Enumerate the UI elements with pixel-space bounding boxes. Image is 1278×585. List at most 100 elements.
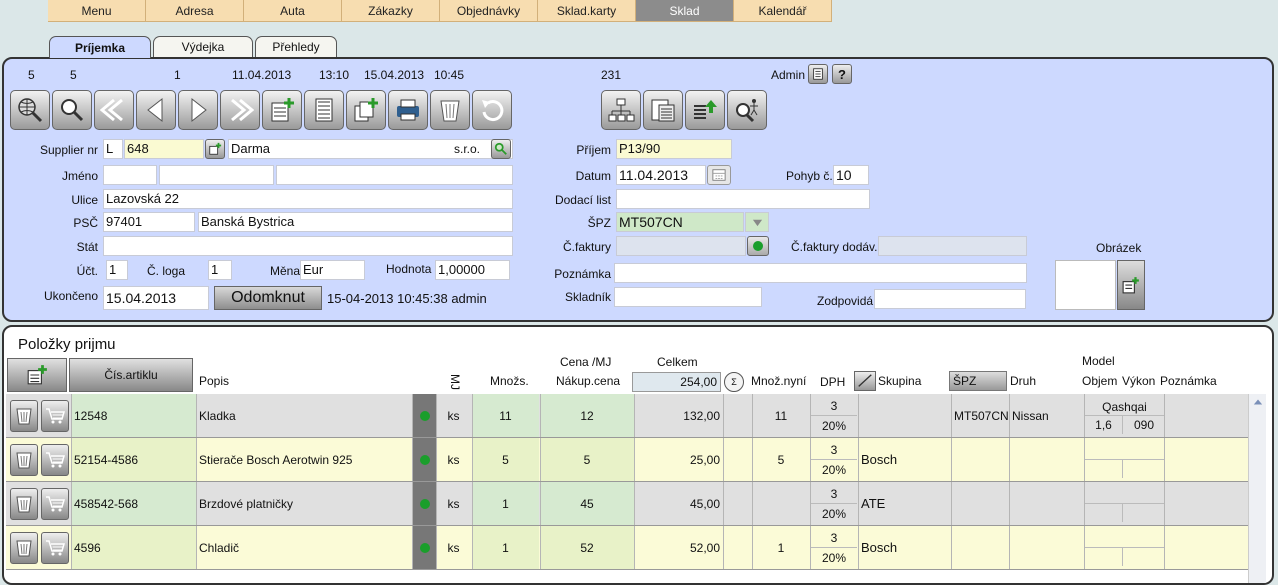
cell-popis[interactable]: Chladič bbox=[196, 526, 412, 569]
cell-model[interactable]: Qashqai bbox=[1085, 398, 1164, 416]
cell-model[interactable] bbox=[1085, 442, 1164, 460]
cell-dph-code[interactable]: 3 bbox=[811, 396, 857, 416]
first-record-button[interactable] bbox=[94, 90, 134, 130]
jmeno-field-3[interactable] bbox=[276, 165, 513, 185]
cell-mnozs[interactable]: 11 bbox=[472, 394, 539, 437]
cell-spz[interactable] bbox=[951, 526, 1009, 569]
cell-spz[interactable] bbox=[951, 482, 1009, 525]
cell-dph-code[interactable]: 3 bbox=[811, 484, 857, 504]
cell-model[interactable] bbox=[1085, 530, 1164, 548]
psc-field[interactable]: 97401 bbox=[103, 212, 195, 232]
hodnota-field[interactable]: 1,00000 bbox=[435, 260, 510, 280]
cell-objem[interactable] bbox=[1085, 504, 1123, 522]
supplier-type-field[interactable]: L bbox=[103, 139, 123, 159]
row-status-button[interactable] bbox=[413, 438, 436, 481]
sort-spz-header[interactable]: ŠPZ bbox=[949, 371, 1007, 391]
spz-field[interactable]: MT507CN bbox=[616, 212, 744, 232]
skladnik-field[interactable] bbox=[614, 287, 762, 307]
undo-button[interactable] bbox=[472, 90, 512, 130]
spz-dropdown-button[interactable] bbox=[745, 212, 769, 232]
cfaktury-dod-field[interactable] bbox=[878, 236, 1027, 256]
datum-field[interactable]: 11.04.2013 bbox=[616, 165, 706, 185]
cfaktury-status-button[interactable] bbox=[747, 236, 769, 256]
menu-item-zakazky[interactable]: Zákazky bbox=[342, 0, 440, 22]
cell-mj[interactable]: ks bbox=[436, 438, 471, 481]
menu-item-sklad[interactable]: Sklad bbox=[636, 0, 734, 22]
cell-mnozs[interactable]: 5 bbox=[472, 438, 539, 481]
sum-button[interactable]: Σ bbox=[724, 372, 744, 392]
print-button[interactable] bbox=[388, 90, 428, 130]
menu-item-sklad-karty[interactable]: Sklad.karty bbox=[538, 0, 636, 22]
cell-cena[interactable]: 12 bbox=[540, 394, 634, 437]
supplier-add-button[interactable] bbox=[205, 139, 225, 159]
cell-druh[interactable]: Nissan bbox=[1009, 394, 1084, 437]
odomknut-button[interactable]: Odomknut bbox=[214, 286, 322, 310]
poznamka-field[interactable] bbox=[614, 263, 1027, 283]
row-delete-button[interactable] bbox=[10, 400, 38, 432]
row-delete-button[interactable] bbox=[10, 444, 38, 476]
cell-celkem[interactable]: 132,00 bbox=[634, 394, 723, 437]
image-box[interactable] bbox=[1055, 260, 1116, 310]
menu-item-auta[interactable]: Auta bbox=[244, 0, 342, 22]
sort-cis-artiklu-header[interactable]: Čís.artiklu bbox=[69, 358, 193, 392]
vertical-scrollbar[interactable] bbox=[1248, 394, 1266, 583]
cell-cis[interactable]: 4596 bbox=[71, 526, 196, 569]
image-add-button[interactable] bbox=[1117, 260, 1145, 310]
ukonceno-field[interactable]: 15.04.2013 bbox=[103, 286, 209, 310]
cell-mnozs[interactable]: 1 bbox=[472, 526, 539, 569]
table-row[interactable]: 52154-4586 Stierače Bosch Aerotwin 925 ks 5… bbox=[6, 438, 1248, 482]
previous-record-button[interactable] bbox=[136, 90, 176, 130]
add-records-button[interactable] bbox=[346, 90, 386, 130]
cell-mj[interactable]: ks bbox=[436, 482, 471, 525]
supplier-search-button[interactable] bbox=[491, 139, 511, 159]
cell-skupina[interactable] bbox=[858, 394, 951, 437]
advanced-search-button[interactable] bbox=[727, 90, 767, 130]
menu-item-adresa[interactable]: Adresa bbox=[146, 0, 244, 22]
cell-mnoz-nyni[interactable]: 11 bbox=[752, 394, 810, 437]
delete-button[interactable] bbox=[430, 90, 470, 130]
cell-skupina[interactable]: Bosch bbox=[858, 438, 951, 481]
row-delete-button[interactable] bbox=[10, 488, 38, 520]
jmeno-field-2[interactable] bbox=[159, 165, 274, 185]
cell-dph-code[interactable]: 3 bbox=[811, 528, 857, 548]
cfaktury-field[interactable] bbox=[616, 236, 746, 256]
cell-skupina[interactable]: Bosch bbox=[858, 526, 951, 569]
cell-cis[interactable]: 12548 bbox=[71, 394, 196, 437]
cell-popis[interactable]: Stierače Bosch Aerotwin 925 bbox=[196, 438, 412, 481]
cell-objem[interactable]: 1,6 bbox=[1085, 416, 1123, 434]
cell-vykon[interactable] bbox=[1124, 504, 1164, 522]
menu-item-menu[interactable]: Menu bbox=[48, 0, 146, 22]
row-status-button[interactable] bbox=[413, 394, 436, 437]
row-cart-button[interactable] bbox=[41, 532, 69, 564]
cloga-field[interactable]: 1 bbox=[208, 260, 232, 280]
cell-objem[interactable] bbox=[1085, 548, 1123, 566]
cell-celkem[interactable]: 45,00 bbox=[634, 482, 723, 525]
row-status-button[interactable] bbox=[413, 526, 436, 569]
cell-spz[interactable] bbox=[951, 438, 1009, 481]
add-item-button[interactable] bbox=[7, 358, 67, 392]
scroll-up-icon[interactable] bbox=[1252, 397, 1264, 407]
document-button[interactable] bbox=[304, 90, 344, 130]
cell-model[interactable] bbox=[1085, 486, 1164, 504]
cell-popis[interactable]: Kladka bbox=[196, 394, 412, 437]
cell-mj[interactable]: ks bbox=[436, 526, 471, 569]
city-field[interactable]: Banská Bystrica bbox=[198, 212, 513, 232]
cell-vykon[interactable] bbox=[1124, 460, 1164, 478]
cell-vykon[interactable] bbox=[1124, 548, 1164, 566]
cell-cena[interactable]: 45 bbox=[540, 482, 634, 525]
cell-celkem[interactable]: 52,00 bbox=[634, 526, 723, 569]
skupina-edit-button[interactable] bbox=[854, 371, 876, 391]
calendar-button[interactable] bbox=[707, 165, 731, 185]
table-row[interactable]: 458542-568 Brzdové platničky ks 1 45 45,00 ATE… bbox=[6, 482, 1248, 526]
uct-field[interactable]: 1 bbox=[106, 260, 128, 280]
cell-skupina[interactable]: ATE bbox=[858, 482, 951, 525]
globe-search-button[interactable] bbox=[10, 90, 50, 130]
pohyb-field[interactable]: 10 bbox=[833, 165, 869, 185]
cell-celkem[interactable]: 25,00 bbox=[634, 438, 723, 481]
next-record-button[interactable] bbox=[178, 90, 218, 130]
cell-mnozs[interactable]: 1 bbox=[472, 482, 539, 525]
cell-popis[interactable]: Brzdové platničky bbox=[196, 482, 412, 525]
cell-dph-pct[interactable]: 20% bbox=[811, 504, 857, 524]
row-status-button[interactable] bbox=[413, 482, 436, 525]
tab-vydejka[interactable]: Výdejka bbox=[153, 36, 253, 57]
